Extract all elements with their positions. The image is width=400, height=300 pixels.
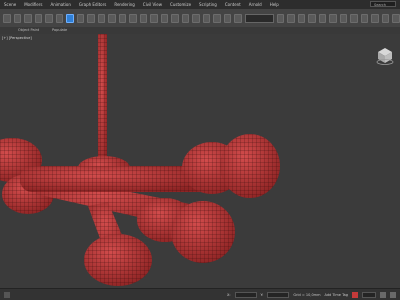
pivot-center-icon[interactable] bbox=[160, 13, 169, 23]
scene-explorer-icon[interactable] bbox=[297, 13, 306, 23]
align-icon[interactable] bbox=[287, 13, 295, 23]
3d-model[interactable] bbox=[0, 34, 280, 286]
play-icon[interactable] bbox=[380, 291, 386, 298]
menu-rendering[interactable]: Rendering bbox=[110, 0, 138, 9]
move-icon[interactable] bbox=[108, 13, 116, 23]
menu-arnold[interactable]: Arnold bbox=[245, 0, 266, 9]
menu-scene[interactable]: Scene bbox=[0, 0, 20, 9]
render-setup-icon[interactable] bbox=[360, 13, 369, 23]
snaps-toggle-icon[interactable] bbox=[192, 13, 200, 23]
perspective-viewport[interactable]: [+] [Perspective] bbox=[0, 34, 400, 288]
undo-icon[interactable] bbox=[3, 13, 11, 23]
add-time-tag-button[interactable]: Add Time Tag bbox=[325, 293, 349, 297]
bind-space-warp-icon[interactable] bbox=[45, 13, 53, 23]
edit-named-selection-icon[interactable] bbox=[234, 13, 242, 23]
viewport-canvas[interactable] bbox=[0, 34, 400, 288]
maxscript-listener-icon[interactable] bbox=[4, 291, 10, 298]
select-region-icon[interactable] bbox=[87, 13, 95, 23]
x-coordinate-field[interactable] bbox=[234, 291, 257, 298]
curve-editor-icon[interactable] bbox=[329, 13, 337, 23]
y-coordinate-label: Y: bbox=[260, 292, 264, 297]
redo-icon[interactable] bbox=[13, 13, 22, 23]
menu-customize[interactable]: Customize bbox=[166, 0, 195, 9]
unlink-icon[interactable] bbox=[34, 13, 43, 23]
menu-help[interactable]: Help bbox=[266, 0, 283, 9]
x-coordinate-label: X: bbox=[226, 292, 231, 297]
scale-icon[interactable] bbox=[129, 13, 137, 23]
zoom-extents-icon[interactable] bbox=[390, 291, 396, 298]
spinner-snap-icon[interactable] bbox=[223, 13, 232, 23]
viewcube-icon[interactable] bbox=[376, 46, 394, 66]
menu-scripting[interactable]: Scripting bbox=[195, 0, 221, 9]
window-crossing-icon[interactable] bbox=[97, 13, 106, 23]
selection-set-dropdown[interactable] bbox=[244, 13, 274, 23]
menu-graph-editors[interactable]: Graph Editors bbox=[75, 0, 110, 9]
mirror-icon[interactable] bbox=[276, 13, 285, 23]
angle-snap-icon[interactable] bbox=[202, 13, 211, 23]
render-production-icon[interactable] bbox=[381, 13, 390, 23]
select-by-name-icon[interactable] bbox=[76, 13, 85, 23]
frame-field[interactable] bbox=[362, 291, 376, 298]
keyboard-shortcut-icon[interactable] bbox=[181, 13, 190, 23]
menu-content[interactable]: Content bbox=[221, 0, 245, 9]
layer-explorer-icon[interactable] bbox=[308, 13, 316, 23]
selection-filter-icon[interactable] bbox=[55, 13, 64, 23]
main-toolbar bbox=[0, 9, 400, 27]
viewport-label[interactable]: [+] [Perspective] bbox=[2, 36, 32, 40]
ribbon-toggle-icon[interactable] bbox=[318, 13, 327, 23]
status-bar: X: Y: Grid = 10,0mm Add Time Tag bbox=[0, 288, 400, 300]
ribbon-tab-populate[interactable]: Populate bbox=[52, 27, 67, 34]
rotate-icon[interactable] bbox=[118, 13, 127, 23]
ribbon-tab-object-paint[interactable]: Object Paint bbox=[18, 27, 39, 34]
link-icon[interactable] bbox=[24, 13, 32, 23]
rendered-frame-window-icon[interactable] bbox=[371, 13, 379, 23]
percent-snap-icon[interactable] bbox=[213, 13, 221, 23]
schematic-view-icon[interactable] bbox=[339, 13, 348, 23]
menu-modifiers[interactable]: Modifiers bbox=[20, 0, 46, 9]
material-editor-icon[interactable] bbox=[350, 13, 358, 23]
placement-icon[interactable] bbox=[139, 13, 148, 23]
auto-key-icon[interactable] bbox=[352, 291, 358, 298]
y-coordinate-field[interactable] bbox=[267, 291, 290, 298]
select-object-icon[interactable] bbox=[66, 13, 74, 23]
search-input[interactable]: Search bbox=[370, 1, 396, 7]
select-manipulate-icon[interactable] bbox=[171, 13, 179, 23]
menu-bar: Scene Modifiers Animation Graph Editors … bbox=[0, 0, 400, 9]
render-iterative-icon[interactable] bbox=[392, 13, 400, 23]
menu-civil-view[interactable]: Civil View bbox=[139, 0, 166, 9]
menu-animation[interactable]: Animation bbox=[46, 0, 74, 9]
reference-coordinate-icon[interactable] bbox=[150, 13, 158, 23]
grid-readout: Grid = 10,0mm bbox=[293, 292, 321, 297]
